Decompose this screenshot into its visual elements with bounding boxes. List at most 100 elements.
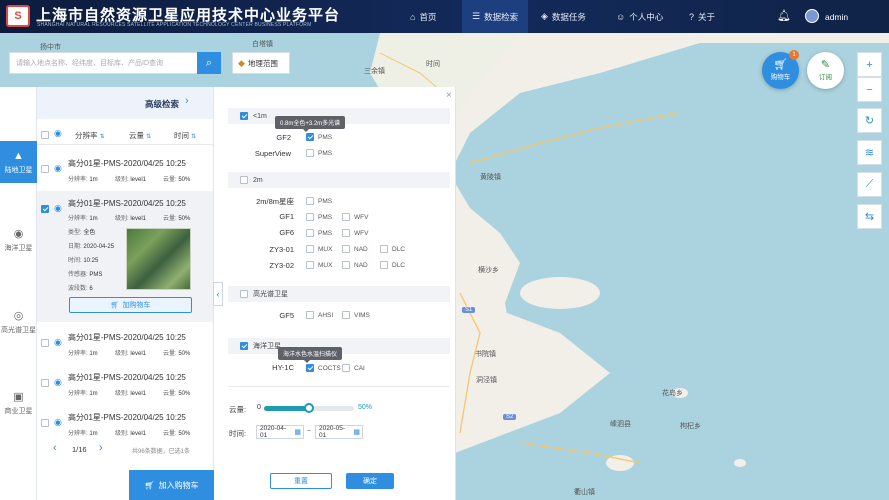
section-checkbox[interactable]: [240, 290, 248, 298]
option-gf2-pms[interactable]: PMS: [306, 133, 332, 141]
avatar[interactable]: [805, 9, 819, 23]
layers-button[interactable]: ≋: [857, 140, 882, 165]
option-checkbox[interactable]: [306, 261, 314, 269]
column-resolution[interactable]: 分辨率 ⇅: [75, 130, 105, 141]
map-label: 横沙乡: [478, 267, 499, 274]
rail-label: 高光谱卫星: [1, 327, 36, 334]
eye-icon[interactable]: ◉: [54, 163, 62, 174]
username[interactable]: admin: [825, 12, 848, 22]
bell-icon[interactable]: 🔔︎: [777, 9, 791, 22]
option-zy301-mux[interactable]: MUX: [306, 245, 332, 253]
rail-ocean-satellite[interactable]: ◉ 海洋卫星: [0, 227, 37, 253]
search-input[interactable]: [16, 53, 196, 73]
item-checkbox[interactable]: [41, 419, 49, 427]
item-checkbox[interactable]: [41, 165, 49, 173]
eye-icon[interactable]: ◉: [54, 377, 62, 388]
section-checkbox[interactable]: [240, 112, 248, 120]
section-hyperspectral[interactable]: 高光谱卫星: [228, 286, 450, 302]
item-checkbox[interactable]: [41, 205, 49, 213]
option-superview-pms[interactable]: PMS: [306, 149, 332, 157]
date-from-input[interactable]: 2020-04-01 ▦: [256, 425, 304, 439]
option-zy301-nad[interactable]: NAD: [342, 245, 368, 253]
compare-button[interactable]: ⇆: [857, 204, 882, 229]
add-to-cart-item-button[interactable]: 🛒︎ 加购物车: [69, 297, 192, 313]
cloud-slider-handle[interactable]: [304, 403, 314, 413]
option-checkbox[interactable]: [306, 197, 314, 205]
option-2m-pms[interactable]: PMS: [306, 197, 332, 205]
eye-icon[interactable]: ◉: [54, 417, 62, 428]
option-checkbox[interactable]: [342, 213, 350, 221]
confirm-button[interactable]: 确定: [346, 473, 394, 489]
date-value: 2020-04-01: [260, 425, 287, 439]
next-page-icon[interactable]: ›: [99, 442, 103, 454]
measure-button[interactable]: ⟋: [857, 172, 882, 197]
zoom-in-button[interactable]: +: [857, 52, 882, 77]
section-checkbox[interactable]: [240, 176, 248, 184]
option-zy302-nad[interactable]: NAD: [342, 261, 368, 269]
rail-land-satellite[interactable]: ▲ 陆地卫星: [0, 141, 37, 183]
nav-personal-center[interactable]: ☺ 个人中心: [616, 0, 663, 33]
reset-button[interactable]: 重置: [270, 473, 332, 489]
option-checkbox[interactable]: [306, 213, 314, 221]
eye-icon[interactable]: ◉: [54, 337, 62, 348]
geo-range-button[interactable]: ◆ 地理范围: [232, 52, 290, 74]
eye-icon[interactable]: ◉: [54, 203, 62, 214]
select-all-checkbox[interactable]: [41, 131, 49, 139]
option-gf6-pms[interactable]: PMS: [306, 229, 332, 237]
advanced-search-header[interactable]: 高级检索 ›: [37, 87, 213, 119]
search-button[interactable]: ⌕: [197, 52, 221, 74]
chevron-right-icon[interactable]: ›: [185, 95, 189, 107]
option-checkbox[interactable]: [306, 245, 314, 253]
option-gf6-wfv[interactable]: WFV: [342, 229, 368, 237]
option-gf5-vims[interactable]: VIMS: [342, 311, 370, 319]
column-cloud[interactable]: 云量 ⇅: [129, 130, 151, 141]
option-gf1-wfv[interactable]: WFV: [342, 213, 368, 221]
option-hy1c-cocts[interactable]: COCTS: [306, 364, 341, 372]
option-checkbox[interactable]: [342, 261, 350, 269]
calendar-icon: ▦: [294, 429, 301, 436]
option-checkbox[interactable]: [306, 311, 314, 319]
nav-data-search[interactable]: ☰ 数据检索: [462, 0, 529, 33]
list-column-header: ◉ 分辨率 ⇅ 云量 ⇅ 时间 ⇅: [37, 123, 213, 145]
section-checkbox[interactable]: [240, 342, 248, 350]
nav-about[interactable]: ? 关于: [689, 0, 715, 33]
zoom-out-button[interactable]: −: [857, 77, 882, 102]
option-gf5-ahsi[interactable]: AHSI: [306, 311, 333, 319]
option-checkbox[interactable]: [342, 311, 350, 319]
list-item[interactable]: ◉ 高分01星-PMS-2020/04/25 10:25 分辨率: 1m 级别:…: [37, 405, 213, 445]
item-checkbox[interactable]: [41, 379, 49, 387]
collapse-panel-icon[interactable]: ‹: [213, 282, 223, 306]
subscribe-fab-button[interactable]: ✎ 订阅: [807, 52, 844, 89]
date-to-input[interactable]: 2020-05-01 ▦: [315, 425, 363, 439]
eye-icon[interactable]: ◉: [54, 128, 62, 139]
option-checkbox[interactable]: [306, 149, 314, 157]
option-checkbox[interactable]: [306, 133, 314, 141]
prev-page-icon[interactable]: ‹: [53, 442, 57, 454]
option-checkbox[interactable]: [342, 245, 350, 253]
option-zy302-dlc[interactable]: DLC: [380, 261, 405, 269]
rail-hyperspectral-satellite[interactable]: ◎ 高光谱卫星: [0, 309, 37, 335]
nav-data-tasks[interactable]: ◈ 数据任务: [541, 0, 586, 33]
refresh-button[interactable]: ↻: [857, 108, 882, 133]
option-zy301-dlc[interactable]: DLC: [380, 245, 405, 253]
list-item[interactable]: ◉ 高分01星-PMS-2020/04/25 10:25 分辨率: 1m 级别:…: [37, 365, 213, 405]
option-zy302-mux[interactable]: MUX: [306, 261, 332, 269]
close-icon[interactable]: ×: [446, 90, 452, 101]
item-checkbox[interactable]: [41, 339, 49, 347]
list-item[interactable]: ◉ 高分01星-PMS-2020/04/25 10:25 分辨率: 1m 级别:…: [37, 151, 213, 191]
nav-home[interactable]: ⌂ 首页: [410, 0, 436, 33]
option-checkbox[interactable]: [306, 229, 314, 237]
option-checkbox[interactable]: [342, 364, 350, 372]
option-checkbox[interactable]: [342, 229, 350, 237]
add-to-cart-button[interactable]: 🛒︎ 加入购物车: [129, 470, 214, 500]
thumbnail-image[interactable]: [126, 228, 191, 290]
option-checkbox[interactable]: [380, 261, 388, 269]
option-gf1-pms[interactable]: PMS: [306, 213, 332, 221]
option-checkbox[interactable]: [306, 364, 314, 372]
list-item[interactable]: ◉ 高分01星-PMS-2020/04/25 10:25 分辨率: 1m 级别:…: [37, 325, 213, 365]
rail-commercial-satellite[interactable]: ▣ 商业卫星: [0, 390, 37, 416]
section-2m[interactable]: 2m: [228, 172, 450, 188]
column-time[interactable]: 时间 ⇅: [174, 130, 196, 141]
option-checkbox[interactable]: [380, 245, 388, 253]
option-hy1c-cai[interactable]: CAI: [342, 364, 365, 372]
